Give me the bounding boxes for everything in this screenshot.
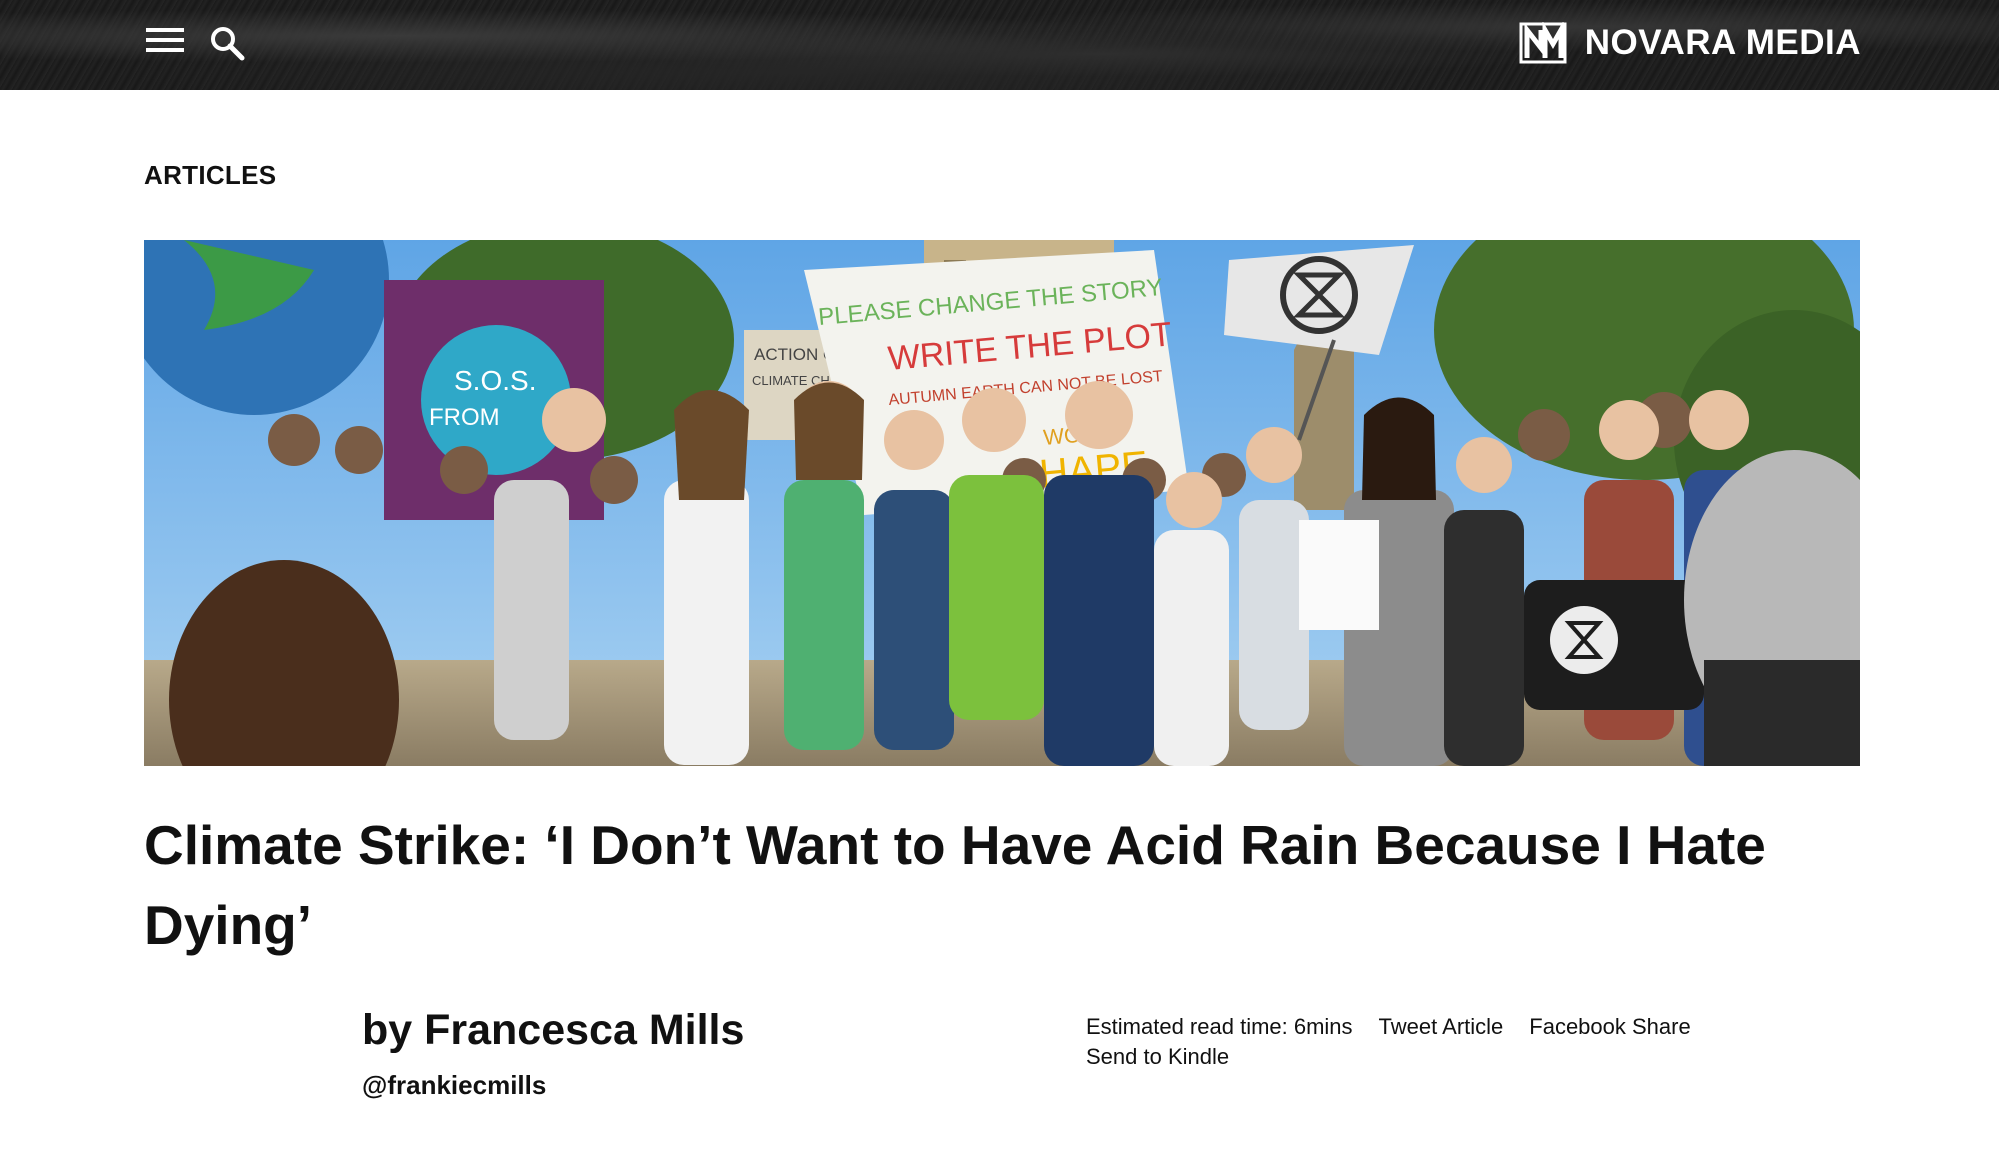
author-byline[interactable]: by Francesca Mills bbox=[362, 1006, 744, 1055]
article-meta: Estimated read time: 6mins Tweet Article F… bbox=[1086, 1012, 1726, 1072]
author-twitter-handle[interactable]: @frankiecmills bbox=[362, 1070, 546, 1101]
site-logo[interactable]: NOVARA MEDIA bbox=[1519, 18, 1861, 68]
search-icon[interactable] bbox=[208, 24, 248, 64]
facebook-share-link[interactable]: Facebook Share bbox=[1529, 1014, 1690, 1039]
sign-sos-from: FROM bbox=[429, 404, 500, 431]
send-to-kindle-link[interactable]: Send to Kindle bbox=[1086, 1044, 1229, 1069]
site-header: NOVARA MEDIA bbox=[0, 0, 1999, 90]
site-logo-text: NOVARA MEDIA bbox=[1584, 23, 1861, 62]
sign-sos: S.O.S. bbox=[454, 365, 536, 396]
hero-image: S.O.S. FROM ACTION ON CLIMATE CHANGE PLE… bbox=[144, 240, 1860, 766]
read-time: Estimated read time: 6mins bbox=[1086, 1014, 1353, 1039]
novara-logo-icon bbox=[1519, 22, 1567, 64]
section-label[interactable]: ARTICLES bbox=[144, 160, 276, 191]
hamburger-menu-icon[interactable] bbox=[146, 28, 186, 56]
article-title: Climate Strike: ‘I Don’t Want to Have Ac… bbox=[144, 814, 1766, 956]
tweet-article-link[interactable]: Tweet Article bbox=[1379, 1014, 1504, 1039]
